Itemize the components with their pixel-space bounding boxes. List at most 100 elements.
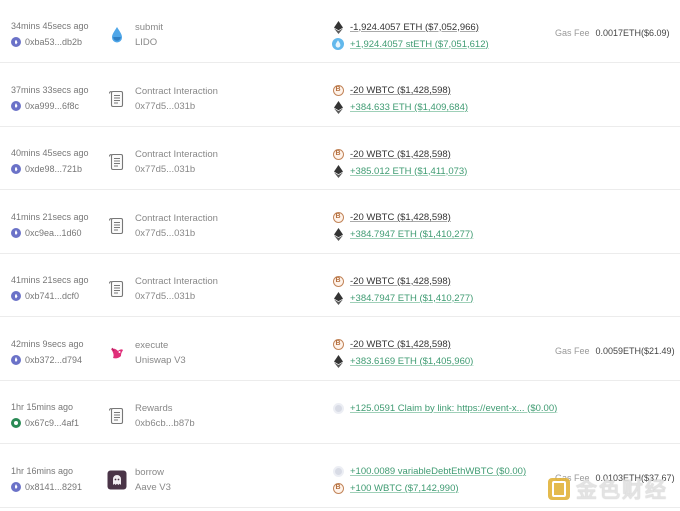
from-address-text[interactable]: 0x8141...8291 [25, 482, 82, 492]
eth-badge-icon [11, 100, 21, 111]
token-transfer[interactable]: -1,924.4057 ETH ($7,052,966) [332, 20, 479, 34]
contract-scroll-icon [107, 278, 127, 300]
eth-icon [332, 20, 344, 34]
eth-icon [332, 228, 344, 241]
token-transfer[interactable]: +384.633 ETH ($1,409,684) [332, 101, 468, 115]
gas-fee: Gas Fee 0.0017ETH($6.09) [555, 28, 670, 38]
transfer-amount[interactable]: +1,924.4057 stETH ($7,051,612) [350, 39, 489, 50]
transfer-amount[interactable]: +100.0089 variableDebtEthWBTC ($0.00) [350, 466, 526, 477]
steth-icon [332, 38, 344, 50]
transfer-amount[interactable]: +383.6169 ETH ($1,405,960) [350, 356, 473, 367]
contract-link[interactable]: LIDO [135, 37, 157, 48]
watermark: 金色财经 [548, 474, 668, 504]
wbtc-icon: B [332, 148, 344, 160]
tx-time: 41mins 21secs ago [11, 275, 89, 285]
from-address[interactable]: 0xde98...721b [11, 164, 82, 174]
contract-scroll-icon [107, 88, 127, 110]
transfer-amount[interactable]: +384.633 ETH ($1,409,684) [350, 102, 468, 113]
contract-link[interactable]: 0x77d5...031b [135, 291, 195, 302]
gas-fee-value: 0.0059ETH($21.49) [595, 345, 675, 356]
contract-link[interactable]: Aave V3 [135, 482, 171, 493]
table-row[interactable]: 34mins 45secs ago 0xba53...db2b submit LIDO… [0, 0, 680, 63]
eth-badge-icon [11, 354, 21, 365]
unknown-token-icon [332, 466, 344, 478]
eth-icon [332, 291, 344, 305]
transfer-amount[interactable]: +385.012 ETH ($1,411,073) [350, 166, 467, 177]
method-name: Rewards [135, 403, 173, 414]
eth-icon [332, 355, 344, 368]
token-transfer[interactable]: B -20 WBTC ($1,428,598) [332, 274, 451, 288]
tx-time: 41mins 21secs ago [11, 211, 89, 222]
from-address-text[interactable]: 0x67c9...4af1 [25, 418, 79, 428]
wbtc-icon: B [332, 483, 344, 495]
contract-scroll-icon [107, 405, 127, 427]
method-name: Contract Interaction [135, 149, 218, 160]
transfer-amount[interactable]: +125.0591 Claim by link: https://event-x… [350, 403, 557, 414]
wbtc-icon: B [332, 339, 344, 351]
token-transfer[interactable]: B +100 WBTC ($7,142,990) [332, 482, 459, 496]
token-transfer[interactable]: +100.0089 variableDebtEthWBTC ($0.00) [332, 465, 526, 479]
from-address[interactable]: 0xba53...db2b [11, 37, 82, 47]
contract-scroll-icon [107, 151, 127, 173]
gas-fee-value: 0.0017ETH($6.09) [595, 28, 670, 38]
from-address-text[interactable]: 0xb372...d794 [25, 355, 82, 365]
transfer-amount[interactable]: -20 WBTC ($1,428,598) [350, 149, 451, 160]
gas-fee-label: Gas Fee [555, 345, 590, 356]
table-row[interactable]: 41mins 21secs ago 0xc9ea...1d60 Contract I… [0, 191, 680, 254]
eth-badge-icon [11, 164, 21, 174]
token-transfer[interactable]: B -20 WBTC ($1,428,598) [332, 211, 451, 225]
wbtc-icon: B [332, 212, 344, 224]
token-transfer[interactable]: +384.7947 ETH ($1,410,277) [332, 291, 473, 305]
transfer-amount[interactable]: -20 WBTC ($1,428,598) [350, 212, 451, 223]
from-address-text[interactable]: 0xde98...721b [25, 164, 82, 174]
contract-link[interactable]: 0x77d5...031b [135, 164, 195, 175]
table-row[interactable]: 40mins 45secs ago 0xde98...721b Contract I… [0, 127, 680, 190]
contract-link[interactable]: 0xb6cb...b87b [135, 418, 195, 429]
table-row[interactable]: 37mins 33secs ago 0xa999...6f8c Contract I… [0, 64, 680, 127]
from-address[interactable]: 0xb741...dcf0 [11, 291, 79, 301]
token-transfer[interactable]: B -20 WBTC ($1,428,598) [332, 147, 451, 161]
from-address-text[interactable]: 0xc9ea...1d60 [25, 228, 82, 238]
table-row[interactable]: 41mins 21secs ago 0xb741...dcf0 Contract I… [0, 254, 680, 317]
jinse-logo-icon [548, 478, 570, 500]
chain-badge-icon [11, 418, 21, 428]
transfer-amount[interactable]: -1,924.4057 ETH ($7,052,966) [350, 22, 479, 33]
from-address-text[interactable]: 0xa999...6f8c [25, 101, 79, 111]
transfer-amount[interactable]: -20 WBTC ($1,428,598) [350, 339, 451, 350]
contract-link[interactable]: Uniswap V3 [135, 355, 186, 366]
from-address[interactable]: 0xa999...6f8c [11, 100, 79, 111]
transfer-amount[interactable]: -20 WBTC ($1,428,598) [350, 276, 451, 287]
eth-badge-icon [11, 37, 21, 47]
tx-time: 40mins 45secs ago [11, 148, 89, 158]
from-address[interactable]: 0x8141...8291 [11, 481, 82, 492]
tx-time: 1hr 15mins ago [11, 402, 74, 412]
contract-scroll-icon [107, 215, 127, 237]
transfer-amount[interactable]: +100 WBTC ($7,142,990) [350, 483, 459, 494]
token-transfer[interactable]: +125.0591 Claim by link: https://event-x… [332, 401, 557, 415]
contract-link[interactable]: 0x77d5...031b [135, 101, 195, 112]
token-transfer[interactable]: +383.6169 ETH ($1,405,960) [332, 355, 473, 369]
from-address-text[interactable]: 0xb741...dcf0 [25, 291, 79, 301]
tx-time: 42mins 9secs ago [11, 338, 84, 349]
transfer-amount[interactable]: +384.7947 ETH ($1,410,277) [350, 229, 473, 240]
method-name: Contract Interaction [135, 276, 218, 287]
transfer-amount[interactable]: +384.7947 ETH ($1,410,277) [350, 293, 473, 304]
token-transfer[interactable]: B -20 WBTC ($1,428,598) [332, 84, 451, 98]
from-address[interactable]: 0xb372...d794 [11, 354, 82, 365]
watermark-text: 金色财经 [576, 479, 668, 502]
token-transfer[interactable]: +384.7947 ETH ($1,410,277) [332, 228, 473, 242]
from-address[interactable]: 0xc9ea...1d60 [11, 227, 82, 238]
token-transfer[interactable]: +385.012 ETH ($1,411,073) [332, 164, 467, 178]
table-row[interactable]: 1hr 15mins ago 0x67c9...4af1 Rewards 0xb6cb… [0, 381, 680, 444]
token-transfer[interactable]: B -20 WBTC ($1,428,598) [332, 338, 451, 352]
wbtc-icon: B [332, 85, 344, 97]
token-transfer[interactable]: +1,924.4057 stETH ($7,051,612) [332, 37, 489, 51]
from-address-text[interactable]: 0xba53...db2b [25, 37, 82, 47]
method-name: Contract Interaction [135, 212, 218, 224]
from-address[interactable]: 0x67c9...4af1 [11, 418, 79, 428]
transfer-amount[interactable]: -20 WBTC ($1,428,598) [350, 85, 451, 96]
table-row[interactable]: 42mins 9secs ago 0xb372...d794 execute Unis… [0, 318, 680, 381]
eth-badge-icon [11, 227, 21, 238]
contract-link[interactable]: 0x77d5...031b [135, 228, 195, 239]
eth-icon [332, 101, 344, 114]
